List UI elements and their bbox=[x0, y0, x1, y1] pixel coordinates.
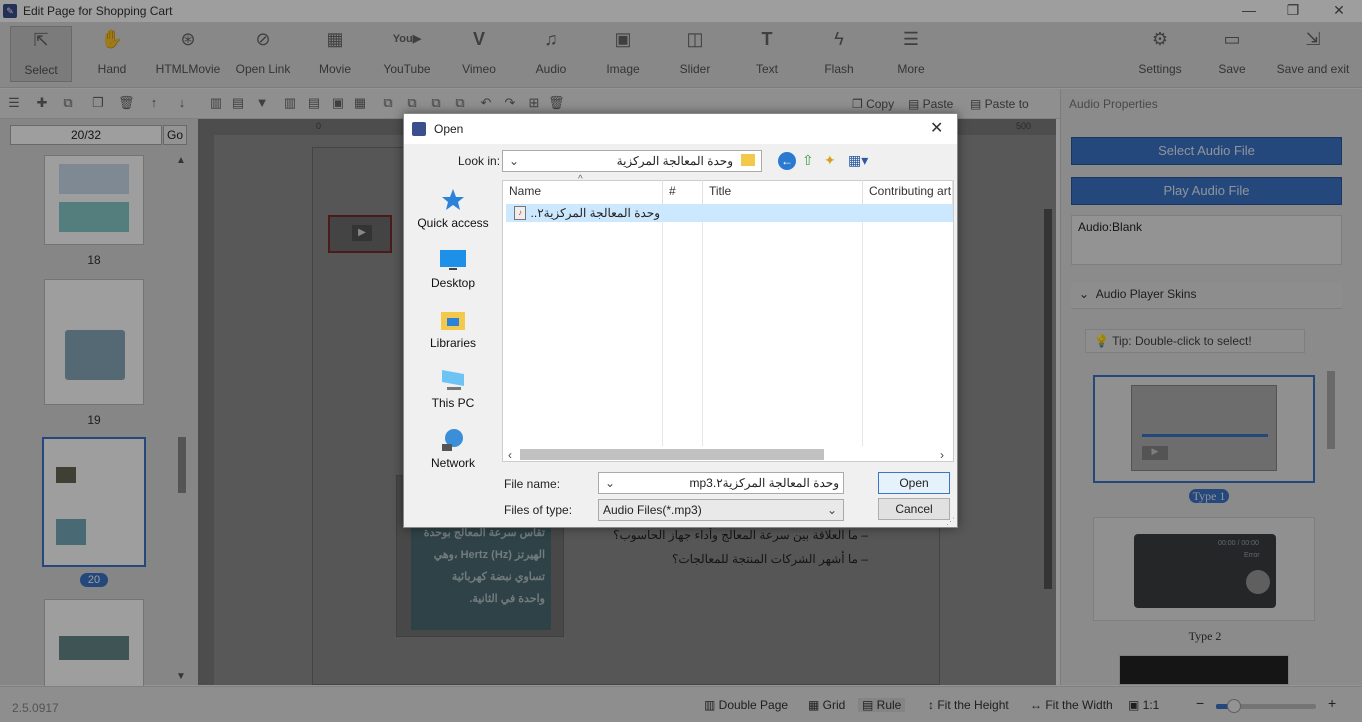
open-file-dialog: Open ✕ Look in: وحدة المعالجة المركزية ⌄… bbox=[403, 113, 958, 528]
file-type-select[interactable]: Audio Files(*.mp3) ⌄ bbox=[598, 499, 844, 521]
dialog-app-icon bbox=[412, 122, 426, 136]
place-this-pc[interactable]: This PC bbox=[412, 368, 494, 410]
dialog-title-bar: Open ✕ bbox=[404, 114, 957, 144]
chevron-down-icon: ⌄ bbox=[826, 503, 837, 517]
star-icon bbox=[442, 189, 464, 210]
scroll-right-icon[interactable]: › bbox=[940, 448, 944, 462]
look-in-select[interactable]: وحدة المعالجة المركزية ⌄ bbox=[502, 150, 762, 172]
new-folder-icon[interactable]: ✦ bbox=[824, 152, 836, 169]
computer-icon bbox=[442, 370, 464, 390]
place-desktop[interactable]: Desktop bbox=[412, 248, 494, 290]
file-row[interactable]: ♪ وحدة المعالجة المركزية٢.... bbox=[506, 204, 953, 222]
resize-grip-icon[interactable]: ⋰ bbox=[946, 516, 955, 527]
chevron-down-icon: ⌄ bbox=[509, 154, 520, 168]
scroll-left-icon[interactable]: ‹ bbox=[508, 448, 512, 462]
look-in-label: Look in: bbox=[458, 154, 501, 168]
file-list-scrollbar[interactable] bbox=[520, 449, 824, 460]
column-header-name[interactable]: Name bbox=[503, 180, 663, 204]
dialog-title: Open bbox=[434, 122, 464, 136]
column-header-number[interactable]: # bbox=[663, 180, 703, 204]
open-button[interactable]: Open bbox=[878, 472, 950, 494]
file-name-input[interactable]: وحدة المعالجة المركزية٢.mp3 ⌄ bbox=[598, 472, 844, 494]
file-type-label: Files of type: bbox=[504, 503, 573, 517]
back-icon[interactable]: ← bbox=[778, 152, 796, 170]
column-header-contributing-artist[interactable]: Contributing art bbox=[863, 180, 953, 204]
place-libraries[interactable]: Libraries bbox=[412, 308, 494, 350]
place-network[interactable]: Network bbox=[412, 428, 494, 470]
file-name-label: File name: bbox=[504, 477, 561, 491]
library-icon bbox=[441, 312, 465, 330]
network-icon bbox=[442, 429, 463, 451]
dialog-close-icon[interactable]: ✕ bbox=[930, 118, 943, 138]
place-quick-access[interactable]: Quick access bbox=[412, 188, 494, 230]
cancel-button[interactable]: Cancel bbox=[878, 498, 950, 520]
chevron-down-icon: ⌄ bbox=[605, 476, 616, 490]
view-menu-icon[interactable]: ▦▾ bbox=[848, 152, 868, 169]
file-list bbox=[502, 180, 954, 462]
column-header-title[interactable]: Title bbox=[703, 180, 863, 204]
audio-file-icon: ♪ bbox=[514, 206, 526, 220]
folder-icon bbox=[741, 154, 755, 166]
up-folder-icon[interactable]: ⇧ bbox=[802, 152, 814, 169]
desktop-icon bbox=[440, 250, 466, 270]
